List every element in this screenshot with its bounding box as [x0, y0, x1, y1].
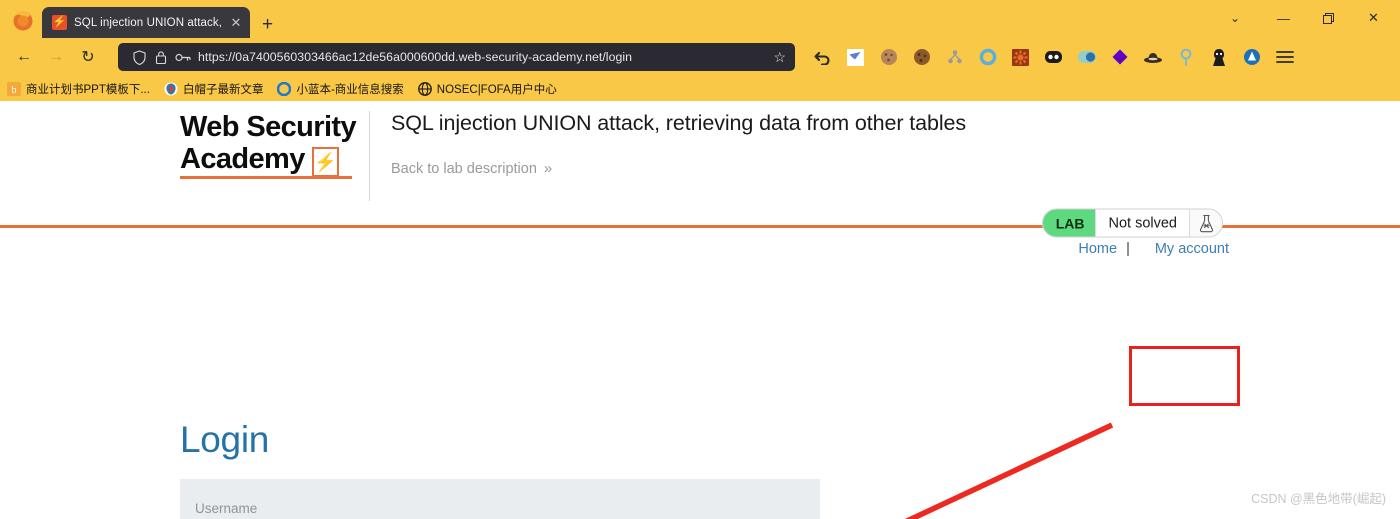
address-bar[interactable]: https://0a7400560303466ac12de56a000600dd…: [118, 43, 795, 71]
bookmark-label: 小蓝本-商业信息搜索: [296, 81, 403, 97]
lab-title-block: SQL injection UNION attack, retrieving d…: [391, 111, 1400, 178]
browser-window: ⚡ SQL injection UNION attack, ✕ + ⌄ — ✕ …: [0, 0, 1400, 519]
annotation-highlight-box: [1129, 346, 1240, 406]
login-heading: Login: [180, 419, 269, 461]
star-icon[interactable]: ☆: [773, 49, 786, 66]
hat-extension-icon[interactable]: [1136, 42, 1169, 72]
globe-icon: [418, 82, 432, 96]
login-form-panel: Username administrator Password ●●●●●●●●…: [180, 479, 820, 519]
close-window-button[interactable]: ✕: [1351, 4, 1396, 32]
back-link-label: Back to lab description: [391, 161, 537, 177]
app-menu-icon[interactable]: [1268, 42, 1301, 72]
portswigger-bolt-icon: ⚡: [52, 15, 67, 30]
account-nav: Home | My account: [0, 232, 1400, 266]
whitehat-icon: [164, 82, 178, 96]
close-icon[interactable]: ✕: [228, 16, 244, 29]
bookmark-item[interactable]: 白帽子最新文章: [164, 81, 264, 97]
reload-icon[interactable]: ↻: [72, 42, 104, 72]
page-title: SQL injection UNION attack, retrieving d…: [391, 111, 1400, 136]
toggle-extension-icon[interactable]: [1070, 42, 1103, 72]
bluebook-icon: [277, 82, 291, 96]
sunflower-extension-icon[interactable]: [1004, 42, 1037, 72]
watermark: CSDN @黑色地带(崛起): [1251, 488, 1386, 507]
username-label: Username: [195, 501, 820, 516]
circle-blue-extension-icon[interactable]: [971, 42, 1004, 72]
pin-extension-icon[interactable]: [1169, 42, 1202, 72]
undo-close-tab-icon[interactable]: [806, 42, 839, 72]
web-security-academy-logo[interactable]: Web Security Academy ⚡: [180, 111, 370, 201]
browser-chrome: ⚡ SQL injection UNION attack, ✕ + ⌄ — ✕ …: [0, 0, 1400, 101]
extension-toolbar: [806, 42, 1301, 72]
back-arrow-icon[interactable]: ←: [8, 42, 40, 72]
lab-header: Web Security Academy ⚡ SQL injection UNI…: [0, 101, 1400, 228]
nav-separator: |: [1126, 241, 1130, 257]
tab-strip: ⚡ SQL injection UNION attack, ✕ + ⌄ — ✕: [0, 0, 1400, 38]
new-tab-button[interactable]: +: [262, 15, 273, 34]
bookmark-item[interactable]: NOSEC|FOFA用户中心: [418, 81, 557, 97]
browser-tab[interactable]: ⚡ SQL injection UNION attack, ✕: [42, 7, 250, 38]
cookie-manager-icon[interactable]: [905, 42, 938, 72]
minimize-button[interactable]: —: [1261, 4, 1306, 32]
hacker-extension-icon[interactable]: [1202, 42, 1235, 72]
bookmark-label: 商业计划书PPT模板下...: [26, 81, 150, 97]
bookmark-label: NOSEC|FOFA用户中心: [437, 81, 557, 97]
url-text[interactable]: https://0a7400560303466ac12de56a000600dd…: [198, 50, 773, 64]
logo-line-2: Academy: [180, 143, 305, 175]
proxy-switcher-icon[interactable]: [938, 42, 971, 72]
bookmark-label: 白帽子最新文章: [183, 81, 264, 97]
diamond-extension-icon[interactable]: [1103, 42, 1136, 72]
key-icon[interactable]: [172, 48, 194, 66]
shield-icon[interactable]: [128, 48, 150, 66]
window-controls: ⌄ — ✕: [1209, 4, 1396, 32]
navigation-toolbar: ← → ↻ https://0a7400560303466ac12de56a00…: [0, 38, 1400, 76]
b-logo-icon: b: [7, 82, 21, 96]
water-drop-extension-icon[interactable]: [1235, 42, 1268, 72]
tab-title: SQL injection UNION attack,: [74, 17, 224, 29]
dark-reader-icon[interactable]: [1037, 42, 1070, 72]
nav-link-my-account[interactable]: My account: [1139, 232, 1243, 266]
bookmark-item[interactable]: 小蓝本-商业信息搜索: [277, 81, 403, 97]
maximize-button[interactable]: [1306, 4, 1351, 32]
svg-text:b: b: [12, 85, 17, 96]
back-to-lab-description-link[interactable]: Back to lab description »: [391, 160, 552, 177]
forward-arrow-icon[interactable]: →: [40, 42, 72, 72]
cookie-editor-icon[interactable]: [872, 42, 905, 72]
logo-line-1: Web Security: [180, 111, 357, 143]
nav-link-home[interactable]: Home: [1078, 241, 1117, 257]
bookmarks-bar: b 商业计划书PPT模板下... 白帽子最新文章 小蓝本-商业信息搜索: [0, 76, 1400, 101]
page-content: Web Security Academy ⚡ SQL injection UNI…: [0, 101, 1400, 519]
restore-icon: [1323, 13, 1334, 24]
bird-extension-icon[interactable]: [839, 42, 872, 72]
bookmark-item[interactable]: b 商业计划书PPT模板下...: [7, 81, 150, 97]
firefox-logo-icon: [10, 7, 36, 33]
lightning-bolt-icon: ⚡: [312, 147, 339, 177]
chevron-right-icon: »: [544, 160, 552, 177]
padlock-icon[interactable]: [150, 48, 172, 66]
list-all-tabs-button[interactable]: ⌄: [1209, 4, 1261, 32]
